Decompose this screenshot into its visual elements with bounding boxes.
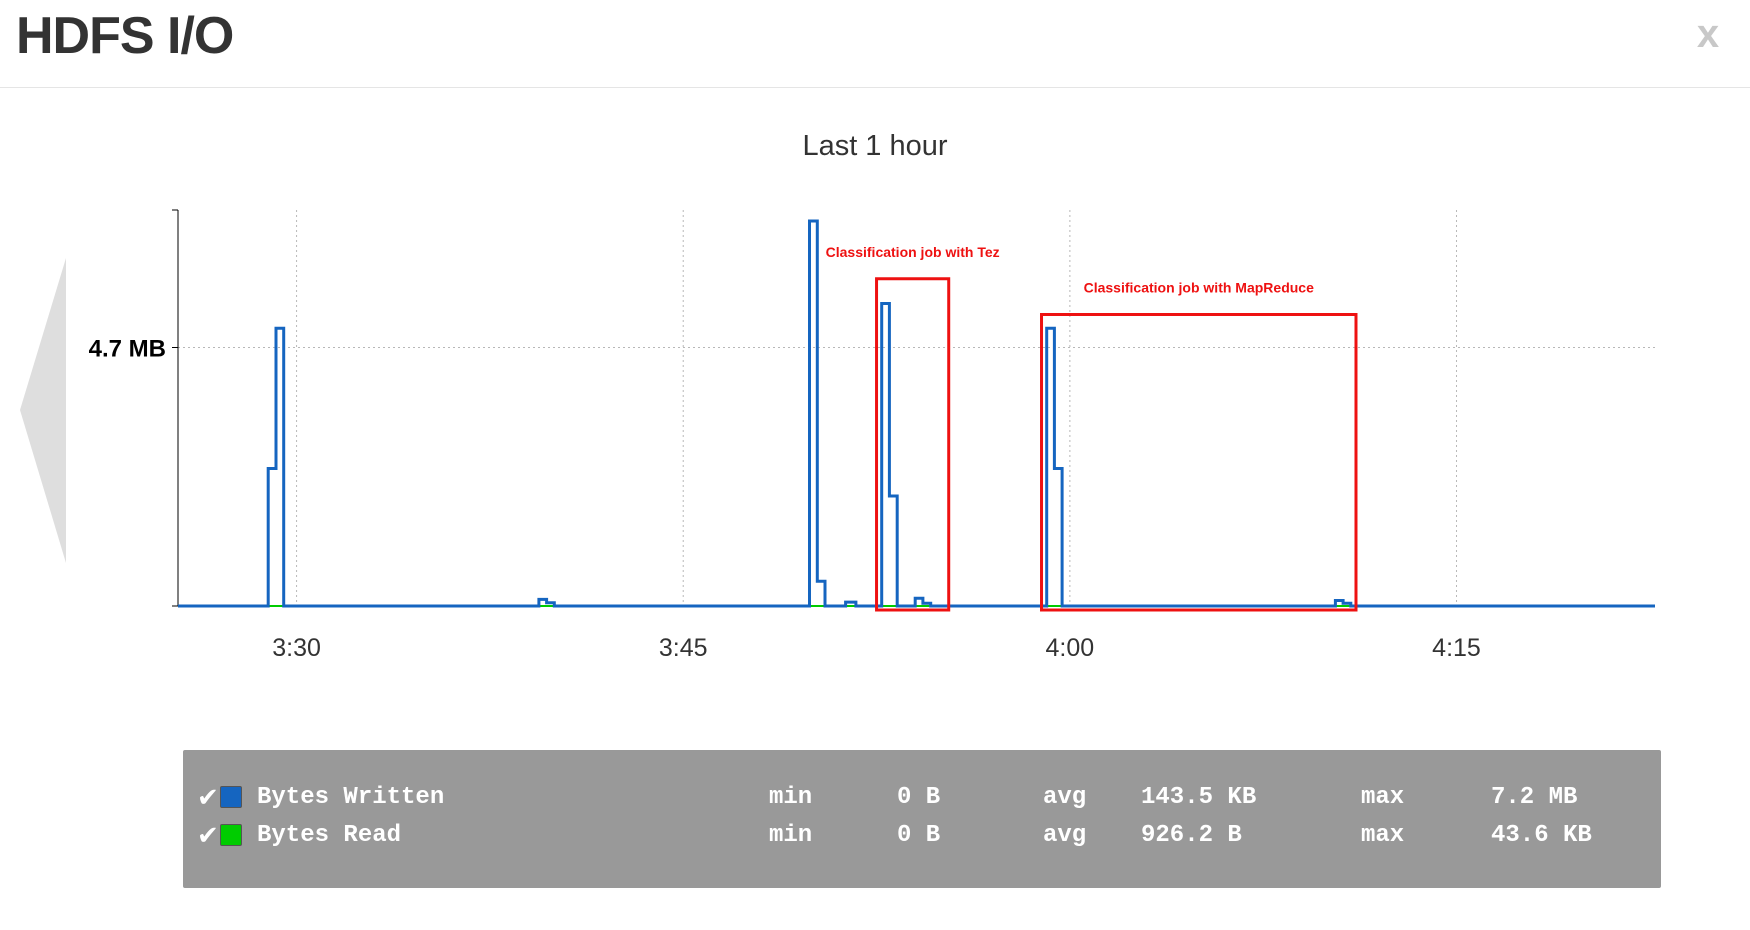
- legend-series-name: Bytes Written: [257, 784, 445, 811]
- legend-swatch: [220, 786, 242, 808]
- annotation-box: [875, 277, 951, 612]
- annotation-label: Classification job with Tez: [826, 244, 1000, 260]
- legend-max-value: 43.6 KB: [1491, 822, 1592, 849]
- legend-avg-value: 926.2 B: [1141, 822, 1242, 849]
- chart-legend: ✔ Bytes Written min 0 B avg 143.5 KB max…: [183, 750, 1661, 888]
- x-tick-label: 4:15: [1432, 634, 1481, 662]
- x-tick-label: 4:00: [1046, 634, 1095, 662]
- legend-max-label: max: [1361, 822, 1405, 849]
- chart-plot: 4.7 MB 3:30 3:45 4:00 4:15 Classification job…: [89, 209, 1655, 662]
- legend-max-value: 7.2 MB: [1491, 784, 1578, 811]
- legend-min-value: 0 B: [897, 784, 941, 811]
- legend-min-label: min: [769, 822, 813, 849]
- legend-min-value: 0 B: [897, 822, 941, 849]
- legend-min-label: min: [769, 784, 813, 811]
- legend-avg-label: avg: [1043, 822, 1087, 849]
- y-tick-label: 4.7 MB: [89, 336, 166, 363]
- legend-avg-label: avg: [1043, 784, 1087, 811]
- x-tick-label: 3:45: [659, 634, 708, 662]
- annotation-label: Classification job with MapReduce: [1084, 280, 1314, 296]
- legend-series-name: Bytes Read: [257, 822, 402, 849]
- check-icon[interactable]: ✔: [197, 782, 219, 814]
- x-tick-label: 3:30: [272, 634, 321, 662]
- check-icon[interactable]: ✔: [197, 820, 219, 852]
- legend-max-label: max: [1361, 784, 1405, 811]
- legend-avg-value: 143.5 KB: [1141, 784, 1257, 811]
- annotation-box: [1040, 313, 1358, 612]
- legend-swatch: [220, 824, 242, 846]
